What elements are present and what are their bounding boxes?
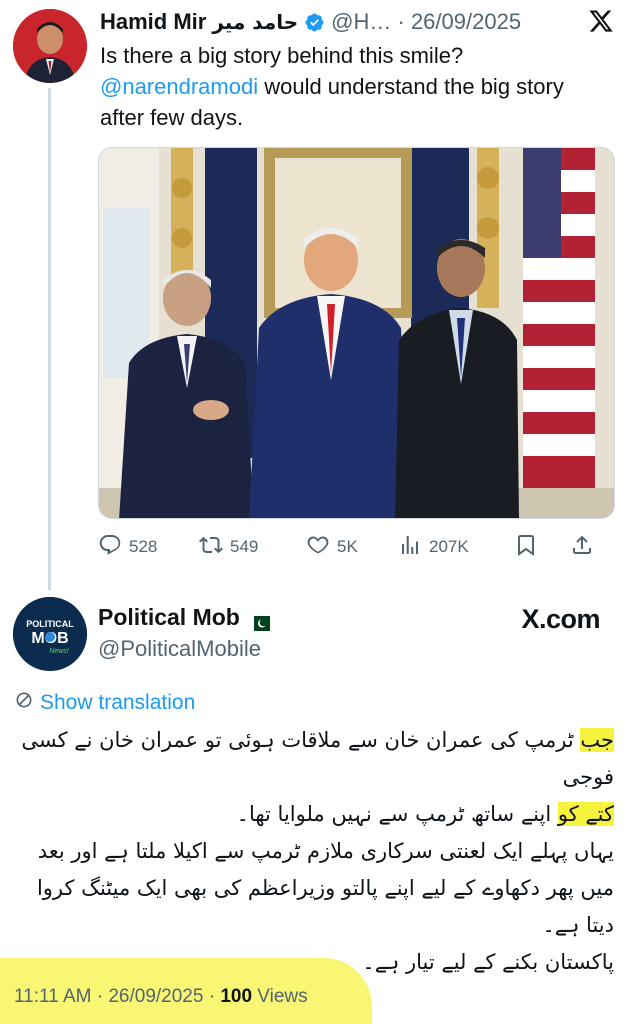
like-count: 5K: [337, 537, 358, 556]
bookmark-button[interactable]: [514, 533, 570, 562]
logo-lettering: News!: [49, 648, 69, 655]
display-name[interactable]: Hamid Mir: [100, 9, 206, 35]
tweet-line: کتے کو اپنے ساتھ ٹرمپ سے نہیں ملوایا تھا…: [14, 796, 614, 833]
tweet-text: جب ٹرمپ کی عمران خان سے ملاقات ہوئی تو ع…: [14, 722, 614, 981]
action-bar: 528 549 5K 207K: [98, 532, 618, 562]
views-count: 207K: [429, 537, 469, 556]
views-chart-icon: [398, 533, 422, 562]
tweet-line: جب ٹرمپ کی عمران خان سے ملاقات ہوئی تو ع…: [14, 722, 614, 796]
pakistan-flag-icon: [247, 610, 270, 631]
handle-and-date[interactable]: @H… · 26/09/2025: [331, 9, 521, 35]
repost-icon: [199, 533, 223, 562]
handle[interactable]: @PoliticalMobile: [98, 636, 261, 662]
show-translation-label: Show translation: [40, 691, 196, 714]
tweet-text-line: Is there a big story behind this smile?: [100, 43, 464, 68]
repost-count: 549: [230, 537, 259, 556]
share-button[interactable]: [570, 533, 594, 562]
highlighted-word: جب: [580, 728, 614, 752]
x-logo-icon: [588, 8, 614, 34]
views-button[interactable]: 207K: [398, 533, 514, 562]
show-translation-link[interactable]: Show translation: [14, 690, 195, 716]
views-label: Views: [252, 986, 308, 1007]
reply-button[interactable]: 528: [98, 533, 199, 562]
highlighted-word: کتے کو: [557, 802, 614, 826]
urdu-display-name[interactable]: حامد میر: [212, 10, 298, 34]
repost-button[interactable]: 549: [199, 533, 306, 562]
mention-link[interactable]: @narendramodi: [100, 74, 258, 99]
bookmark-icon: [514, 533, 538, 562]
tweet-line-text: ٹرمپ کی عمران خان سے ملاقات ہوئی تو عمرا…: [21, 728, 614, 789]
tweet-header: Hamid Mir حامد میر @H… · 26/09/2025: [100, 8, 608, 36]
photo-illustration: [99, 148, 614, 518]
avatar[interactable]: [13, 9, 87, 83]
tweet-text: Is there a big story behind this smile? …: [100, 40, 610, 133]
translate-icon: [14, 690, 34, 716]
avatar[interactable]: POLITICAL MOB News!: [13, 597, 87, 671]
share-icon: [570, 533, 594, 562]
reply-count: 528: [129, 537, 158, 556]
like-button[interactable]: 5K: [306, 533, 398, 562]
views-count: 100: [220, 986, 253, 1007]
tweet-timestamp[interactable]: 11:11 AM · 26/09/2025 · 100 Views: [14, 986, 308, 1008]
logo-lettering: POLITICAL: [26, 619, 74, 629]
tweet-line-text: پاکستان بکنے کے لیے تیار ہے۔: [362, 950, 614, 974]
political-mob-logo: POLITICAL MOB News!: [13, 597, 87, 671]
avatar-photo: [13, 9, 87, 83]
tweet-line-text: یہاں پہلے ایک لعنتی سرکاری ملازم ٹرمپ سے…: [36, 839, 614, 937]
heart-icon: [306, 533, 330, 562]
tweet-line-text: اپنے ساتھ ٹرمپ سے نہیں ملوایا تھا۔: [236, 802, 558, 826]
display-name[interactable]: Political Mob: [98, 604, 240, 631]
reply-icon: [98, 533, 122, 562]
verified-badge-icon: [304, 12, 325, 33]
time-date: 11:11 AM · 26/09/2025 ·: [14, 986, 221, 1007]
tweet-line: یہاں پہلے ایک لعنتی سرکاری ملازم ٹرمپ سے…: [14, 833, 614, 944]
thread-line: [48, 88, 51, 590]
main-tweet-header: Political Mob: [98, 604, 270, 631]
x-com-watermark: X.com: [521, 604, 600, 634]
tweet-photo[interactable]: [98, 147, 615, 519]
